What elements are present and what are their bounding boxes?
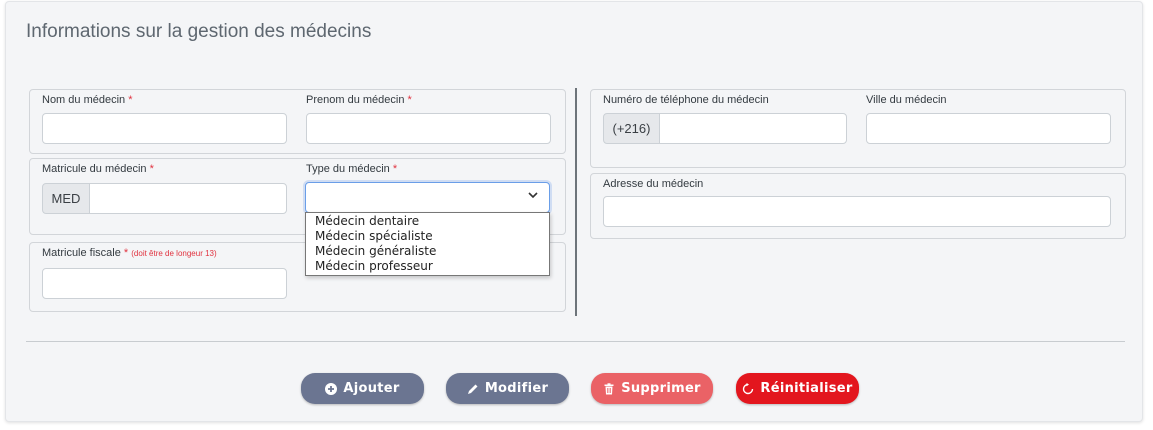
- ajouter-button[interactable]: Ajouter: [301, 373, 424, 404]
- fiscale-input[interactable]: [42, 268, 287, 299]
- reinitialiser-button[interactable]: Réinitialiser: [736, 373, 859, 404]
- nom-input[interactable]: [42, 113, 287, 144]
- group-nom-prenom: Nom du médecin * Prenom du médecin *: [29, 89, 566, 154]
- prenom-label: Prenom du médecin *: [306, 94, 412, 106]
- type-option[interactable]: Médecin généraliste: [306, 244, 549, 259]
- reinitialiser-label: Réinitialiser: [760, 381, 853, 396]
- type-option[interactable]: Médecin dentaire: [306, 214, 549, 229]
- pencil-icon: [467, 384, 478, 394]
- medecin-form-card: Informations sur la gestion des médecins…: [5, 1, 1143, 422]
- actions-divider: [26, 341, 1125, 342]
- ajouter-label: Ajouter: [343, 381, 400, 396]
- fiscale-label: Matricule fiscale * (doit être de longeu…: [42, 247, 217, 259]
- matricule-prefix: MED: [42, 183, 90, 214]
- ville-label: Ville du médecin: [866, 94, 947, 106]
- adresse-label: Adresse du médecin: [603, 178, 704, 190]
- supprimer-button[interactable]: Supprimer: [591, 373, 713, 404]
- modifier-button[interactable]: Modifier: [446, 373, 569, 404]
- type-option[interactable]: Médecin spécialiste: [306, 229, 549, 244]
- page-title: Informations sur la gestion des médecins: [26, 21, 372, 42]
- telephone-input[interactable]: [659, 113, 847, 144]
- type-label: Type du médecin *: [306, 163, 398, 175]
- fiscale-hint: (doit être de longeur 13): [131, 249, 217, 258]
- group-adresse: Adresse du médecin: [590, 173, 1126, 239]
- adresse-input[interactable]: [603, 196, 1111, 227]
- column-divider: [575, 88, 577, 316]
- modifier-label: Modifier: [484, 381, 549, 396]
- refresh-icon: [743, 382, 754, 394]
- ville-input[interactable]: [866, 113, 1111, 144]
- plus-circle-icon: [325, 382, 338, 395]
- chevron-down-icon: [528, 192, 538, 199]
- group-telephone-ville: Numéro de téléphone du médecin (+216) Vi…: [590, 89, 1126, 168]
- trash-icon: [604, 382, 614, 394]
- nom-label: Nom du médecin *: [42, 94, 133, 106]
- type-dropdown: Médecin dentaire Médecin spécialiste Méd…: [305, 212, 550, 276]
- prenom-input[interactable]: [306, 113, 551, 144]
- tel-label: Numéro de téléphone du médecin: [603, 94, 769, 106]
- tel-prefix: (+216): [603, 113, 660, 144]
- type-option[interactable]: Médecin professeur: [306, 259, 549, 274]
- supprimer-label: Supprimer: [621, 381, 701, 396]
- matricule-input[interactable]: [89, 183, 287, 214]
- matricule-label: Matricule du médecin *: [42, 163, 154, 175]
- type-select[interactable]: [305, 182, 550, 213]
